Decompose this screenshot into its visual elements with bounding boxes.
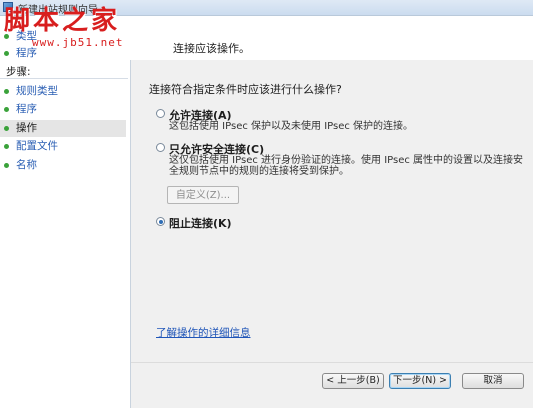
sidebar: 类型 程序 步骤: 规则类型 程序 操作 配置文件 名称 [0,16,131,408]
footer-divider [131,362,533,363]
step-bullet-icon [4,125,9,131]
page-subtitle: 连接应该操作。 [173,42,250,55]
next-button[interactable]: 下一步(N) > [389,373,451,389]
step-bullet-icon [4,88,9,94]
action-question: 连接符合指定条件时应该进行什么操作? [149,83,342,96]
sidebar-item-rule-type[interactable]: 规则类型 [4,83,58,100]
sidebar-item-name[interactable]: 名称 [4,157,37,174]
site-watermark-logo: 脚本之家 www.jb51.net [4,6,124,49]
step-bullet-icon [4,162,9,168]
radio-block[interactable] [156,217,165,226]
customize-button[interactable]: 自定义(Z)... [167,186,239,204]
main-panel: 连接符合指定条件时应该进行什么操作? 允许连接(A) 这包括使用 IPsec 保… [131,60,533,408]
option-allow-desc: 这包括使用 IPsec 保护以及未使用 IPsec 保护的连接。 [169,121,414,132]
sidebar-item-profile[interactable]: 配置文件 [4,138,58,155]
sidebar-item-action[interactable]: 操作 [0,120,126,137]
option-block-label[interactable]: 阻止连接(K) [169,215,232,231]
step-bullet-icon [4,106,9,112]
learn-more-link[interactable]: 了解操作的详细信息 [156,325,251,340]
steps-label: 步骤: [6,66,31,78]
radio-allow-secure[interactable] [156,143,165,152]
option-secure-desc-line2: 全规则节点中的规则的连接将受到保护。 [169,166,349,177]
sidebar-item-program[interactable]: 程序 [4,101,37,118]
back-button[interactable]: < 上一步(B) [322,373,384,389]
cancel-button[interactable]: 取消 [462,373,524,389]
step-bullet-icon [4,143,9,149]
step-bullet-icon [4,50,9,56]
radio-allow[interactable] [156,109,165,118]
